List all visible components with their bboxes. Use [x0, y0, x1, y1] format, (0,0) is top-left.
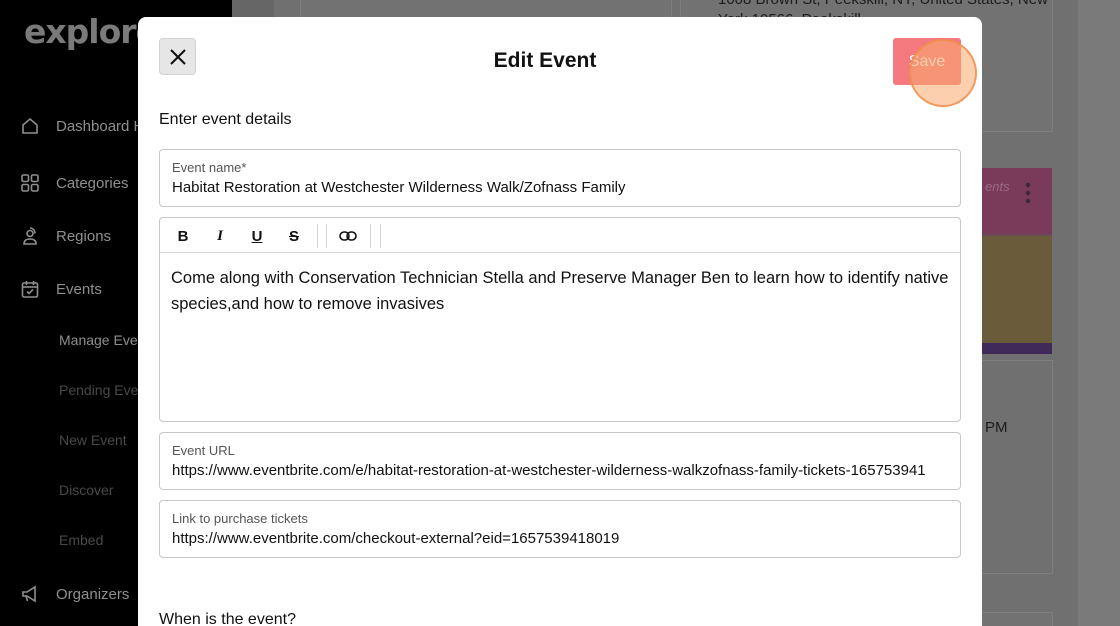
background-card [300, 0, 672, 18]
app-logo: explore [24, 12, 158, 51]
toolbar-divider [380, 224, 381, 248]
event-url-label: Event URL [172, 443, 235, 458]
sidebar-item-label: Events [56, 280, 102, 298]
sidebar-item-regions[interactable]: Regions [20, 226, 111, 246]
background-card [980, 612, 1053, 626]
grid-icon [21, 174, 39, 192]
sidebar-item-organizers[interactable]: Organizers [20, 584, 129, 604]
when-section-heading: When is the event? [159, 611, 296, 626]
toolbar-divider [370, 224, 371, 248]
event-url-input[interactable]: https://www.eventbrite.com/e/habitat-res… [172, 462, 950, 479]
click-indicator [909, 39, 977, 107]
event-name-field[interactable]: Event name* Habitat Restoration at Westc… [159, 149, 961, 207]
sidebar-item-label: Categories [56, 174, 129, 192]
sidebar-subitem-discover[interactable]: Discover [59, 482, 113, 498]
home-icon [22, 117, 38, 134]
background-thumbnail-header [982, 168, 1052, 234]
calendar-icon [21, 281, 39, 298]
description-editor[interactable]: B I U S Come along with Conservation Tec… [159, 217, 961, 422]
bold-button[interactable]: B [172, 225, 194, 247]
editor-toolbar: B I U S [160, 218, 960, 253]
toolbar-divider [326, 224, 327, 248]
edit-event-modal: Edit Event Save Enter event details Even… [138, 17, 982, 626]
strikethrough-button[interactable]: S [283, 225, 305, 247]
toolbar-divider [317, 224, 318, 248]
italic-button[interactable]: I [209, 225, 231, 247]
background-address: 1008 Brown St, Peekskill, NY, United Sta… [718, 0, 1048, 8]
background-thumbnail-label: ents [985, 179, 1010, 194]
sidebar-subitem-embed[interactable]: Embed [59, 532, 103, 548]
sidebar-subitem-new-event[interactable]: New Event [59, 432, 127, 448]
megaphone-icon [22, 585, 36, 603]
event-url-field[interactable]: Event URL https://www.eventbrite.com/e/h… [159, 432, 961, 490]
tickets-link-label: Link to purchase tickets [172, 511, 308, 526]
sidebar-item-events[interactable]: Events [20, 279, 102, 299]
link-button[interactable] [337, 225, 359, 247]
right-gutter [1078, 0, 1120, 626]
underline-button[interactable]: U [246, 225, 268, 247]
description-text[interactable]: Come along with Conservation Technician … [171, 265, 956, 317]
background-thumbnail-image [982, 236, 1052, 344]
link-icon [339, 231, 357, 241]
modal-title: Edit Event [493, 49, 597, 72]
sidebar-item-categories[interactable]: Categories [20, 173, 129, 193]
background-thumbnail-bar [982, 343, 1052, 354]
sidebar-item-label: Regions [56, 227, 112, 245]
tickets-link-input[interactable]: https://www.eventbrite.com/checkout-exte… [172, 530, 950, 547]
background-card [980, 360, 1053, 574]
event-name-label: Event name* [172, 160, 247, 175]
event-name-input[interactable]: Habitat Restoration at Westchester Wilde… [172, 179, 950, 196]
more-options-icon[interactable] [1025, 182, 1031, 204]
tickets-link-field[interactable]: Link to purchase tickets https://www.eve… [159, 500, 961, 558]
sidebar-item-label: Organizers [56, 585, 130, 603]
map-pin-icon [23, 227, 37, 245]
section-heading: Enter event details [159, 111, 292, 128]
